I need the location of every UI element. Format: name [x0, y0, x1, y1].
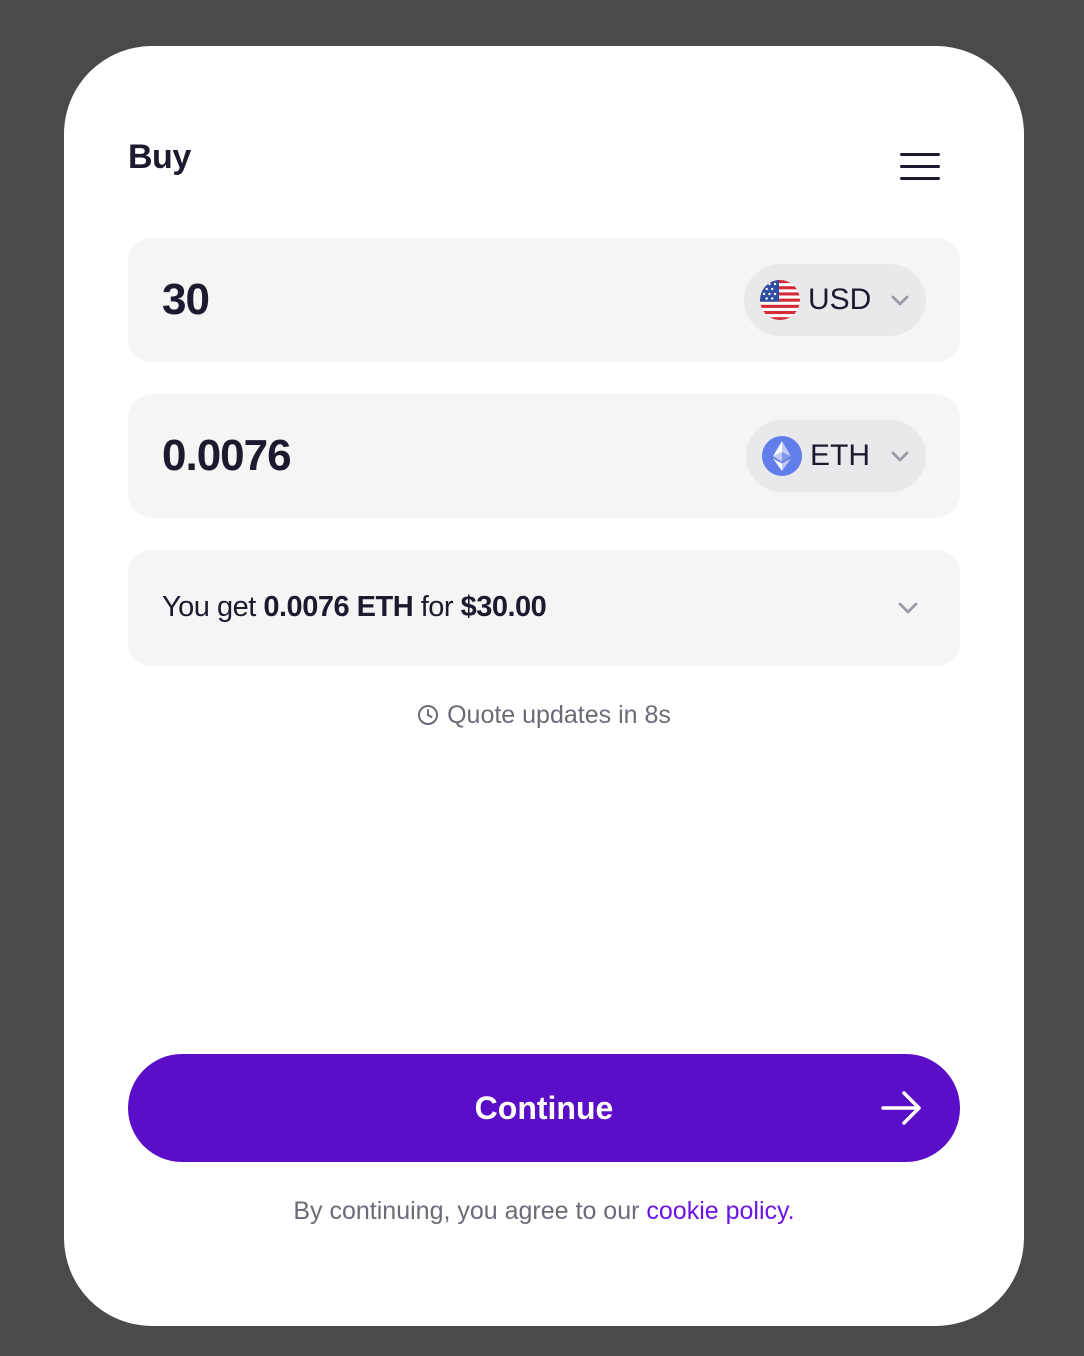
fiat-currency-select[interactable]: USD	[744, 264, 926, 336]
quote-summary[interactable]: You get 0.0076 ETH for $30.00	[128, 550, 960, 666]
continue-button[interactable]: Continue	[128, 1054, 960, 1162]
crypto-amount-input[interactable]	[162, 422, 682, 490]
buy-widget-card: Buy 30 USD 0.0076 ETH You get 0.0076 ETH…	[64, 46, 1024, 1326]
quote-summary-text: You get 0.0076 ETH for $30.00	[162, 590, 547, 624]
fiat-amount-field: USD	[128, 238, 960, 362]
quote-timer: Quote updates in 8s	[64, 700, 1024, 730]
menu-button[interactable]	[890, 144, 950, 188]
hamburger-menu-icon	[900, 153, 940, 156]
arrow-right-icon	[881, 1091, 921, 1125]
quote-fiat-total: $30.00	[460, 591, 547, 623]
quote-timer-text: Quote updates in 8s	[447, 701, 671, 729]
ethereum-icon	[762, 436, 802, 476]
legal-prefix: By continuing, you agree to our	[293, 1197, 640, 1225]
crypto-currency-select[interactable]: ETH	[746, 420, 926, 492]
chevron-down-icon	[898, 602, 918, 614]
chevron-down-icon	[891, 295, 909, 306]
fiat-currency-code: USD	[808, 283, 872, 316]
page-title: Buy	[128, 138, 191, 176]
cookie-policy-link[interactable]: cookie policy	[646, 1197, 787, 1225]
quote-crypto-amount: 0.0076 ETH	[263, 591, 414, 623]
fiat-amount-input[interactable]	[162, 266, 682, 334]
continue-button-label: Continue	[474, 1090, 614, 1126]
clock-icon	[418, 705, 439, 725]
legal-notice: By continuing, you agree to our cookie p…	[64, 1196, 1024, 1226]
legal-suffix: .	[787, 1197, 795, 1225]
crypto-currency-code: ETH	[810, 439, 870, 472]
chevron-down-icon	[891, 451, 909, 462]
quote-middle: for	[420, 591, 454, 623]
us-flag-icon	[760, 280, 800, 320]
quote-prefix: You get	[162, 591, 256, 623]
crypto-amount-field: ETH	[128, 394, 960, 518]
